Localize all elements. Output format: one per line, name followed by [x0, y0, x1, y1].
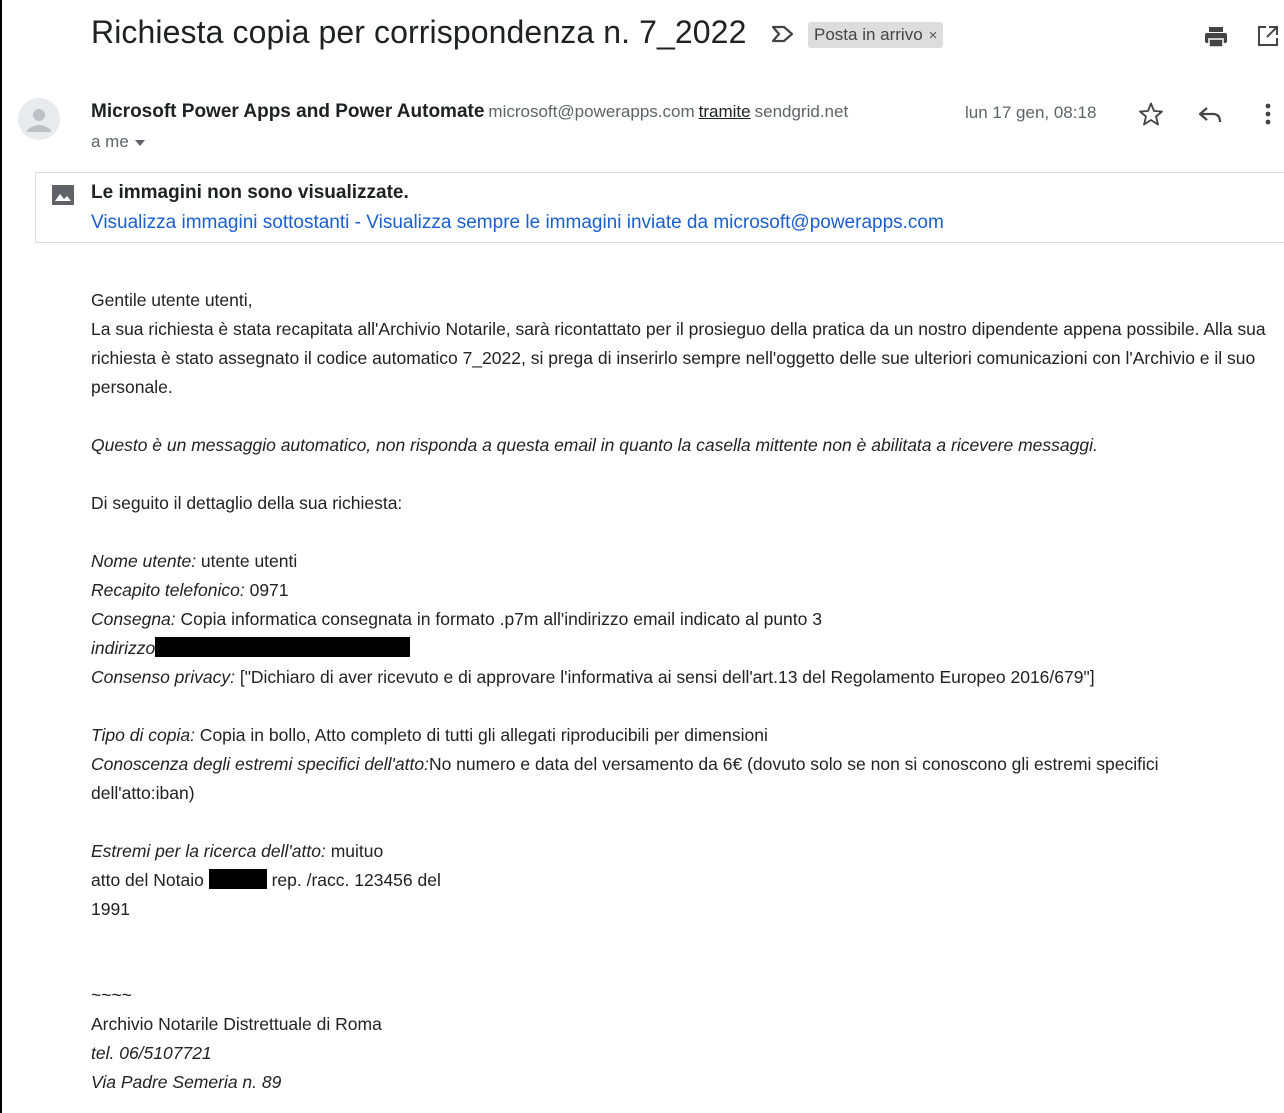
detail-intro: Di seguito il dettaglio della sua richie… [91, 493, 403, 513]
detail-indirizzo: indirizzo [91, 634, 411, 663]
atto-suffix: rep. /racc. 123456 del [266, 870, 441, 890]
indirizzo-label: indirizzo [91, 638, 156, 658]
atto-prefix: atto del Notaio [91, 870, 209, 890]
consegna-label: Consegna: [91, 609, 176, 629]
auto-notice: Questo è un messaggio automatico, non ri… [91, 435, 1098, 455]
nome-value: utente utenti [196, 551, 298, 571]
avatar[interactable] [18, 98, 60, 140]
detail-atto: atto del Notaio rep. /racc. 123456 del [91, 866, 441, 895]
sender-line: Microsoft Power Apps and Power Automate m… [91, 101, 848, 123]
consenso-label: Consenso privacy: [91, 667, 235, 687]
images-notice-title: Le immagini non sono visualizzate. [91, 182, 409, 203]
detail-consenso: Consenso privacy: ["Dichiaro di aver ric… [91, 663, 1095, 692]
detail-recapito: Recapito telefonico: 0971 [91, 576, 289, 605]
body-paragraph: La sua richiesta è stata recapitata all'… [91, 319, 1266, 397]
estremi-value: muituo [325, 841, 384, 861]
images-notice-links: Visualizza immagini sottostanti - Visual… [91, 212, 944, 234]
chevron-down-icon [134, 139, 145, 146]
via-domain: sendgrid.net [754, 102, 849, 121]
nome-label: Nome utente: [91, 551, 197, 571]
recipient-text: a me [91, 132, 129, 151]
signature-tel: tel. 06/5107721 [91, 1043, 212, 1063]
person-icon [27, 109, 51, 132]
more-icon[interactable] [1258, 101, 1278, 127]
sender-name[interactable]: Microsoft Power Apps and Power Automate [91, 101, 484, 122]
conoscenza-value: No numero e data del versamento da 6€ (d… [428, 754, 1159, 774]
recapito-value: 0971 [244, 580, 289, 600]
star-icon[interactable] [1138, 101, 1164, 127]
recapito-label: Recapito telefonico: [91, 580, 245, 600]
tipo-label: Tipo di copia: [91, 725, 195, 745]
label-chip-inbox[interactable]: Posta in arrivo × [808, 22, 944, 48]
greeting: Gentile utente utenti, [91, 290, 253, 310]
tipo-value: Copia in bollo, Atto completo di tutti g… [194, 725, 768, 745]
importance-marker-icon[interactable] [770, 24, 796, 44]
signature-org: Archivio Notarile Distrettuale di Roma [91, 1014, 382, 1034]
via-link[interactable]: tramite [699, 102, 751, 121]
image-icon [52, 185, 74, 205]
consenso-value: ["Dichiaro di aver ricevuto e di approva… [234, 667, 1095, 687]
email-subject: Richiesta copia per corrispondenza n. 7_… [91, 14, 747, 50]
detail-consegna: Consegna: Copia informatica consegnata i… [91, 605, 822, 634]
detail-tipo: Tipo di copia: Copia in bollo, Atto comp… [91, 721, 768, 750]
redacted-notary [208, 869, 267, 889]
detail-conoscenza: Conoscenza degli estremi specifici dell'… [91, 750, 1159, 779]
signature-separator: ~~~~ [91, 985, 132, 1005]
conoscenza-label: Conoscenza degli estremi specifici dell'… [91, 754, 429, 774]
redacted-address [155, 637, 411, 657]
label-remove-icon[interactable]: × [929, 27, 938, 44]
recipient-details-toggle[interactable]: a me [91, 132, 145, 152]
sender-email: microsoft@powerapps.com [488, 102, 695, 121]
open-in-new-window-icon[interactable] [1256, 24, 1280, 48]
detail-nome: Nome utente: utente utenti [91, 547, 297, 576]
estremi-label: Estremi per la ricerca dell'atto: [91, 841, 326, 861]
always-show-images-link[interactable]: Visualizza sempre le immagini inviate da… [366, 212, 944, 233]
consegna-value: Copia informatica consegnata in formato … [175, 609, 822, 629]
link-separator: - [349, 212, 367, 233]
email-date: lun 17 gen, 08:18 [965, 103, 1097, 122]
detail-estremi: Estremi per la ricerca dell'atto: muituo [91, 837, 383, 866]
reply-icon[interactable] [1197, 102, 1223, 128]
detail-atto-year: 1991 [91, 899, 130, 919]
detail-conoscenza-cont: dell'atto:iban) [91, 783, 195, 803]
show-images-link[interactable]: Visualizza immagini sottostanti [91, 212, 349, 233]
label-chip-text: Posta in arrivo [814, 25, 923, 44]
signature-address: Via Padre Semeria n. 89 [91, 1072, 282, 1092]
print-icon[interactable] [1203, 25, 1229, 49]
